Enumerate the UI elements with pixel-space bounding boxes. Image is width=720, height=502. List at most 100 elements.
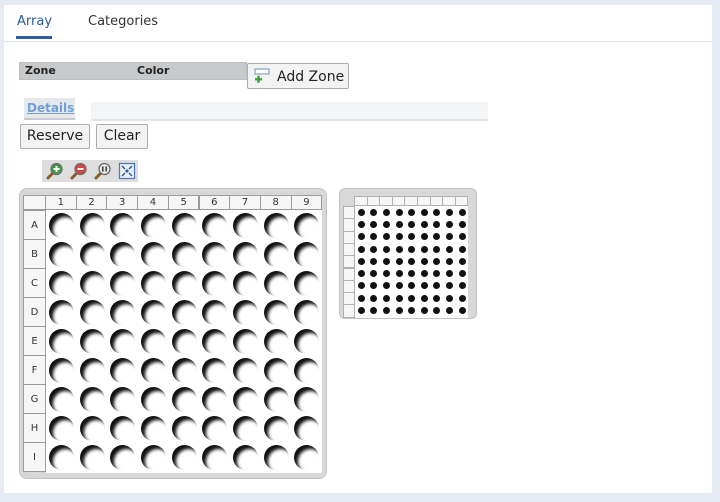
plate-well[interactable] <box>202 300 228 325</box>
row-header[interactable]: I <box>23 442 46 472</box>
plate-well[interactable] <box>79 242 105 267</box>
plate-well[interactable] <box>48 416 74 441</box>
plate-well[interactable] <box>79 387 105 412</box>
plate-well[interactable] <box>294 271 320 296</box>
plate-well[interactable] <box>110 358 136 383</box>
plate-well[interactable] <box>171 213 197 238</box>
plate-well[interactable] <box>202 329 228 354</box>
plate-well[interactable] <box>48 445 74 470</box>
row-header[interactable]: D <box>23 297 46 327</box>
plate-well[interactable] <box>79 213 105 238</box>
plate-well[interactable] <box>171 358 197 383</box>
plate-well[interactable] <box>110 242 136 267</box>
plate-well[interactable] <box>202 358 228 383</box>
plate-well[interactable] <box>233 329 259 354</box>
plate-well[interactable] <box>233 213 259 238</box>
plate-well[interactable] <box>294 329 320 354</box>
plate-well[interactable] <box>263 329 289 354</box>
add-zone-button[interactable]: Add Zone <box>247 63 349 89</box>
row-header[interactable]: B <box>23 239 46 269</box>
plate-well[interactable] <box>48 329 74 354</box>
plate-well[interactable] <box>140 329 166 354</box>
plate-well[interactable] <box>48 300 74 325</box>
row-header[interactable]: C <box>23 268 46 298</box>
plate-well[interactable] <box>233 300 259 325</box>
plate-well[interactable] <box>110 416 136 441</box>
column-header[interactable]: 6 <box>198 195 231 210</box>
fit-to-screen-icon[interactable] <box>118 162 136 180</box>
plate-well[interactable] <box>171 300 197 325</box>
plate-well[interactable] <box>110 300 136 325</box>
plate-well[interactable] <box>171 416 197 441</box>
plate-well[interactable] <box>263 387 289 412</box>
row-header[interactable]: H <box>23 413 46 443</box>
clear-button[interactable]: Clear <box>96 124 148 149</box>
plate-well[interactable] <box>171 271 197 296</box>
plate-well[interactable] <box>48 387 74 412</box>
plate-well[interactable] <box>140 300 166 325</box>
plate-well[interactable] <box>263 242 289 267</box>
column-header[interactable]: 5 <box>167 195 200 210</box>
plate-well[interactable] <box>202 445 228 470</box>
plate-well[interactable] <box>140 271 166 296</box>
plate-well[interactable] <box>110 445 136 470</box>
plate-well[interactable] <box>171 242 197 267</box>
plate-well[interactable] <box>294 387 320 412</box>
plate-well[interactable] <box>263 300 289 325</box>
plate-well[interactable] <box>263 445 289 470</box>
row-header[interactable]: A <box>23 210 46 240</box>
plate-well[interactable] <box>140 445 166 470</box>
plate-well[interactable] <box>294 358 320 383</box>
plate-well[interactable] <box>48 271 74 296</box>
plate-well[interactable] <box>79 416 105 441</box>
plate-well[interactable] <box>294 300 320 325</box>
plate-well[interactable] <box>110 213 136 238</box>
plate-well[interactable] <box>171 329 197 354</box>
column-header[interactable]: 7 <box>229 195 261 210</box>
plate-well[interactable] <box>294 445 320 470</box>
plate-well[interactable] <box>263 213 289 238</box>
column-header[interactable]: 4 <box>137 195 169 210</box>
column-header[interactable]: 2 <box>75 195 108 210</box>
plate-well[interactable] <box>233 387 259 412</box>
row-header[interactable]: E <box>23 326 46 356</box>
plate-well[interactable] <box>140 387 166 412</box>
plate-well[interactable] <box>171 387 197 412</box>
plate-well[interactable] <box>294 242 320 267</box>
plate-well[interactable] <box>294 213 320 238</box>
plate-well[interactable] <box>233 416 259 441</box>
tab-details[interactable]: Details <box>24 98 75 120</box>
reserve-button[interactable]: Reserve <box>20 124 90 149</box>
plate-well[interactable] <box>48 242 74 267</box>
column-header[interactable]: 9 <box>290 195 323 210</box>
plate-well[interactable] <box>79 271 105 296</box>
column-header[interactable]: 3 <box>106 195 139 210</box>
plate-well[interactable] <box>233 242 259 267</box>
zoom-reset-icon[interactable] <box>94 162 112 180</box>
plate-well[interactable] <box>202 387 228 412</box>
column-header[interactable]: 8 <box>259 195 292 210</box>
plate-well[interactable] <box>263 416 289 441</box>
row-header[interactable]: G <box>23 384 46 414</box>
plate-well[interactable] <box>202 416 228 441</box>
plate-well[interactable] <box>294 416 320 441</box>
zoom-in-icon[interactable] <box>46 162 64 180</box>
plate-well[interactable] <box>48 358 74 383</box>
plate-well[interactable] <box>140 213 166 238</box>
plate-well[interactable] <box>110 271 136 296</box>
zoom-out-icon[interactable] <box>70 162 88 180</box>
tab-categories[interactable]: Categories <box>88 14 158 29</box>
row-header[interactable]: F <box>23 355 46 385</box>
plate-well[interactable] <box>202 242 228 267</box>
tab-array[interactable]: Array <box>17 14 52 29</box>
plate-well[interactable] <box>140 416 166 441</box>
plate-well[interactable] <box>140 242 166 267</box>
plate-well[interactable] <box>79 329 105 354</box>
plate-well[interactable] <box>140 358 166 383</box>
plate-well[interactable] <box>263 358 289 383</box>
plate-well[interactable] <box>233 445 259 470</box>
plate-well[interactable] <box>233 271 259 296</box>
plate-well[interactable] <box>171 445 197 470</box>
plate-well[interactable] <box>110 329 136 354</box>
column-header[interactable]: 1 <box>45 195 77 210</box>
